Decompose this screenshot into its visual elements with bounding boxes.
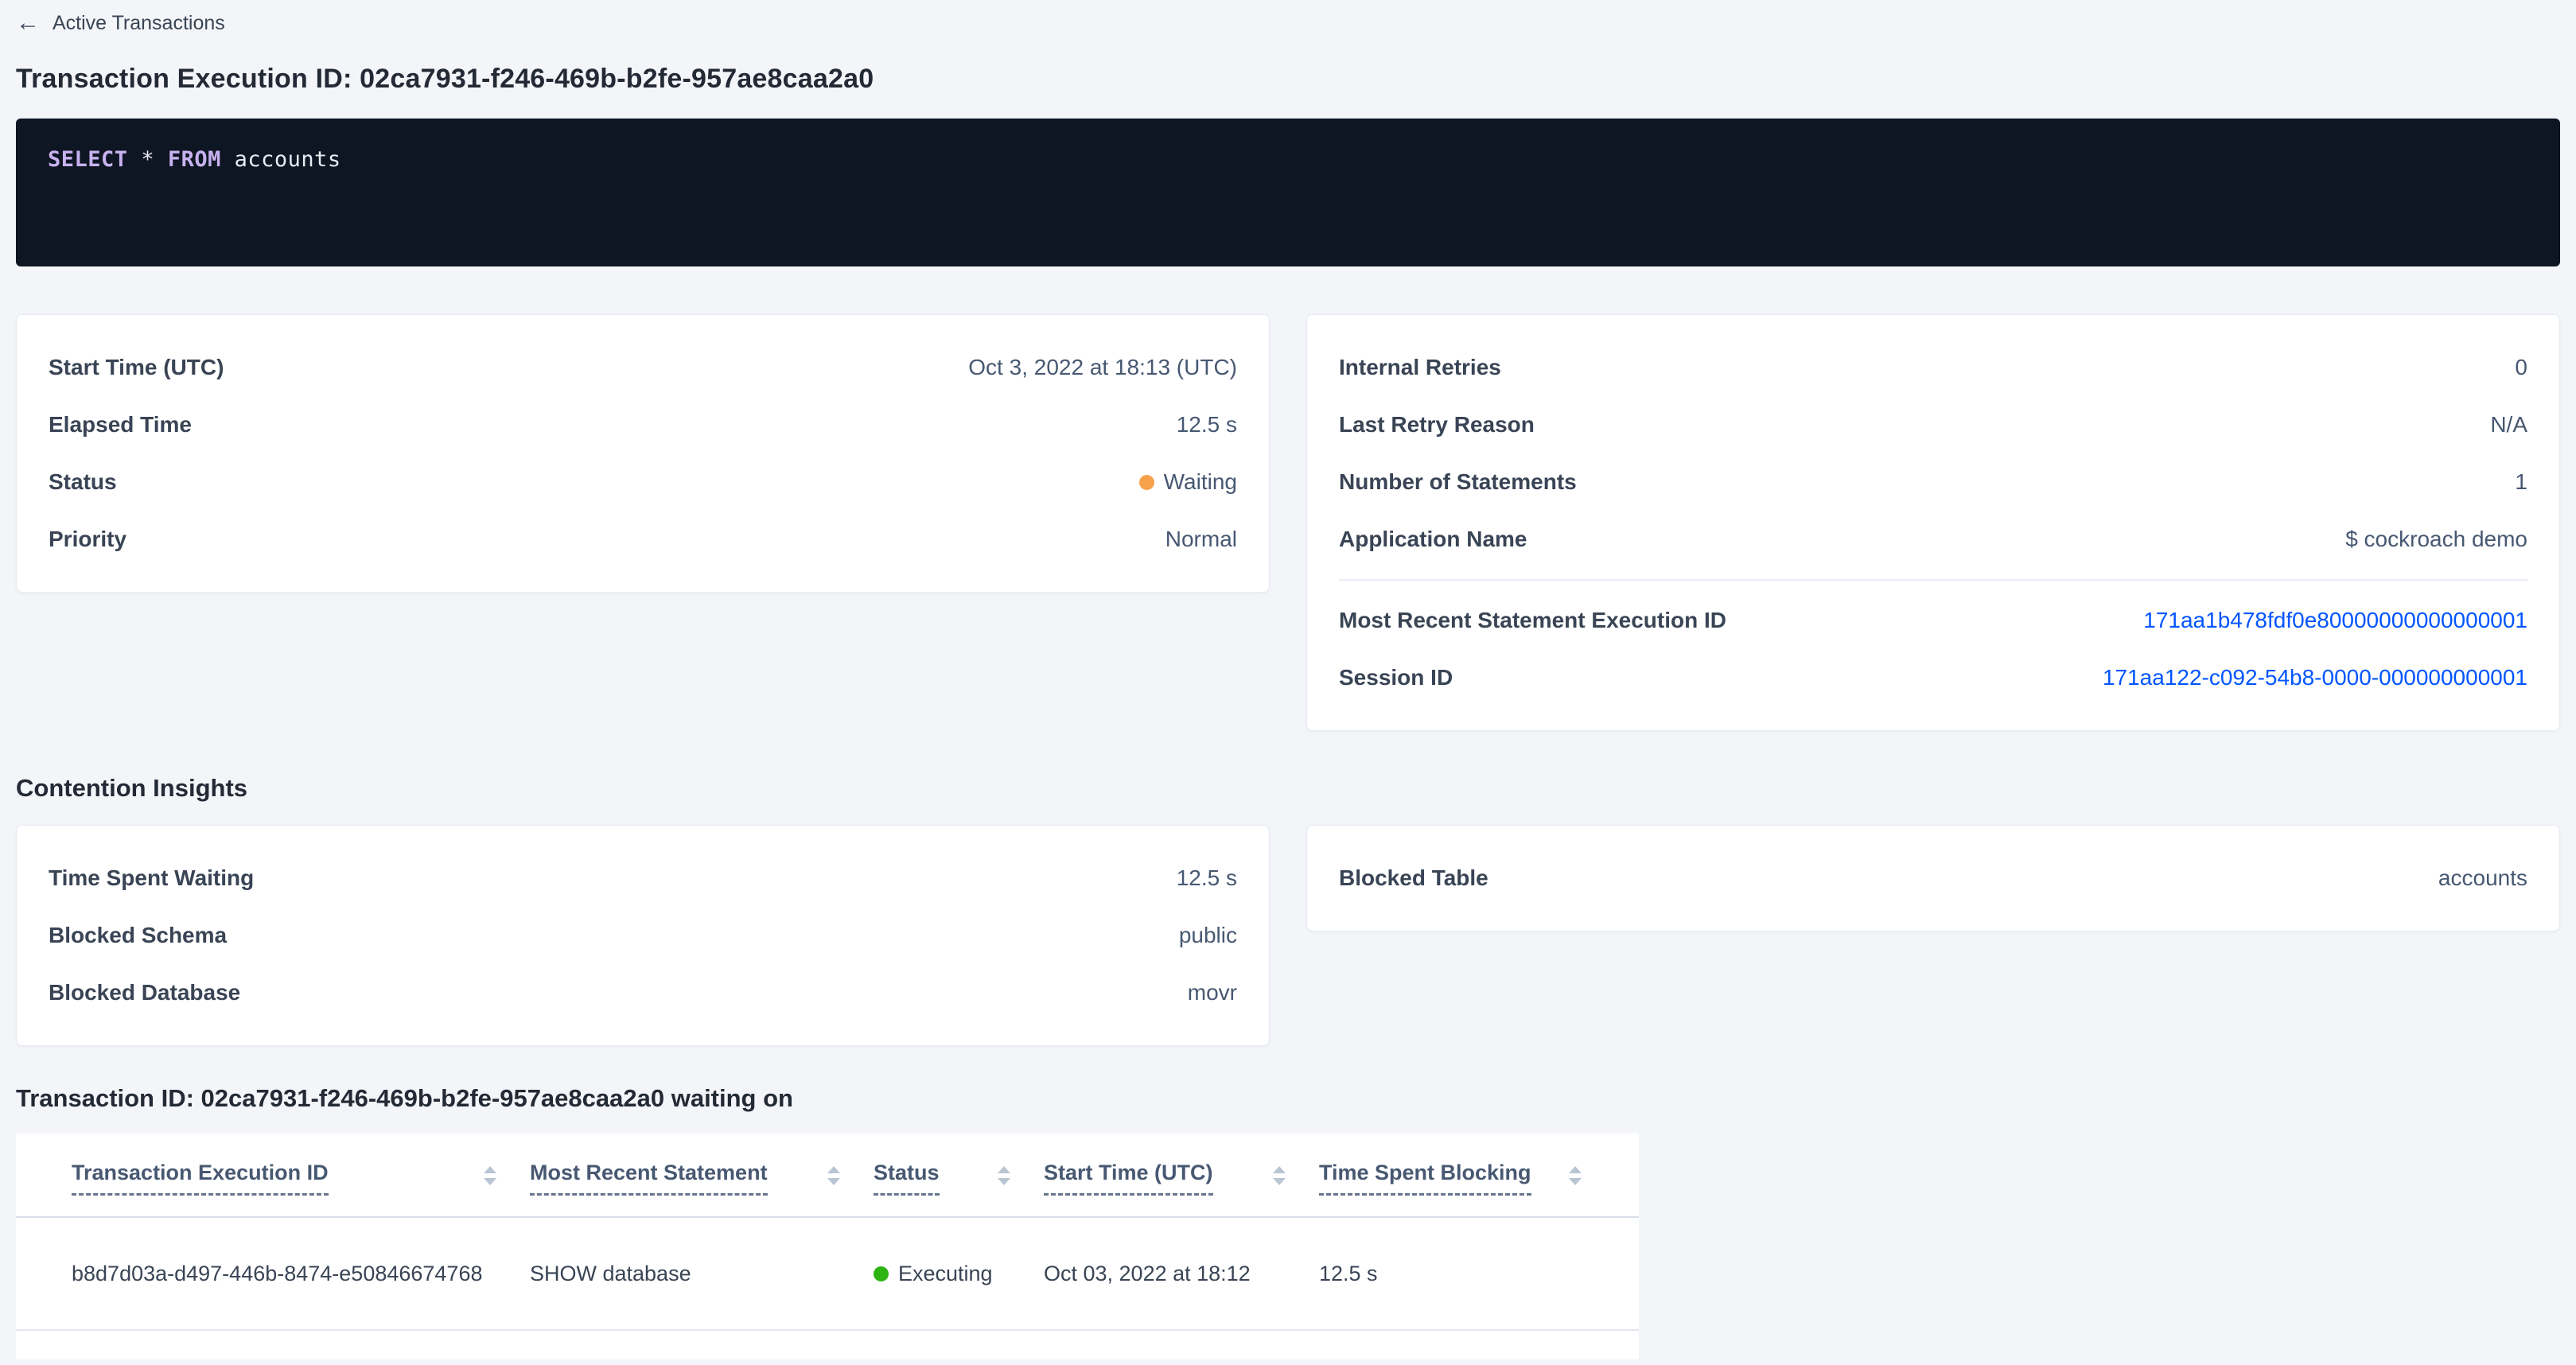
blocked-table-label: Blocked Table bbox=[1339, 865, 1488, 891]
page-title: Transaction Execution ID: 02ca7931-f246-… bbox=[16, 64, 2560, 95]
last-retry-reason-label: Last Retry Reason bbox=[1339, 412, 1535, 438]
cell-most-recent-statement: SHOW database bbox=[530, 1262, 874, 1286]
status-value-text: Waiting bbox=[1164, 469, 1237, 495]
blocked-schema-label: Blocked Schema bbox=[49, 923, 227, 948]
blocked-database-label: Blocked Database bbox=[49, 980, 240, 1005]
application-name-label: Application Name bbox=[1339, 527, 1527, 552]
internal-retries-row: Internal Retries 0 bbox=[1339, 339, 2527, 396]
status-row: Status Waiting bbox=[49, 453, 1237, 511]
priority-row: Priority Normal bbox=[49, 511, 1237, 568]
application-name-value: $ cockroach demo bbox=[2345, 527, 2527, 552]
number-of-statements-value: 1 bbox=[2515, 469, 2527, 495]
column-header-label: Status bbox=[874, 1161, 940, 1196]
statement-execution-id-row: Most Recent Statement Execution ID 171aa… bbox=[1339, 592, 2527, 649]
contention-insights-heading: Contention Insights bbox=[16, 774, 2560, 803]
session-id-link[interactable]: 171aa122-c092-54b8-0000-000000000001 bbox=[2103, 665, 2527, 690]
sql-table-name: accounts bbox=[235, 147, 341, 172]
contention-cards-row: Time Spent Waiting 12.5 s Blocked Schema… bbox=[16, 825, 2560, 1046]
blocked-schema-value: public bbox=[1179, 923, 1237, 948]
column-header-time-spent-blocking[interactable]: Time Spent Blocking bbox=[1319, 1161, 1615, 1216]
cell-status: Executing bbox=[874, 1262, 1044, 1286]
blocked-database-value: movr bbox=[1188, 980, 1237, 1005]
sql-keyword-select: SELECT bbox=[48, 147, 128, 172]
table-header-row: Transaction Execution ID Most Recent Sta… bbox=[16, 1134, 1639, 1218]
top-cards-row: Start Time (UTC) Oct 3, 2022 at 18:13 (U… bbox=[16, 314, 2560, 731]
waiting-status-dot-icon bbox=[1139, 475, 1154, 490]
column-header-label: Most Recent Statement bbox=[530, 1161, 768, 1196]
number-of-statements-label: Number of Statements bbox=[1339, 469, 1577, 495]
sql-keyword-from: FROM bbox=[168, 147, 221, 172]
statement-execution-id-link[interactable]: 171aa1b478fdf0e80000000000000001 bbox=[2143, 608, 2527, 633]
session-id-label: Session ID bbox=[1339, 665, 1453, 690]
details-card: Internal Retries 0 Last Retry Reason N/A… bbox=[1306, 314, 2560, 731]
sort-icon[interactable] bbox=[1567, 1164, 1583, 1188]
sql-star: * bbox=[141, 147, 154, 172]
blocked-schema-row: Blocked Schema public bbox=[49, 907, 1237, 964]
status-label: Status bbox=[49, 469, 117, 495]
elapsed-time-row: Elapsed Time 12.5 s bbox=[49, 396, 1237, 453]
table-row: b8d7d03a-d497-446b-8474-e50846674768 SHO… bbox=[16, 1218, 1639, 1331]
blocked-table-row: Blocked Table accounts bbox=[1339, 850, 2527, 907]
session-id-row: Session ID 171aa122-c092-54b8-0000-00000… bbox=[1339, 649, 2527, 706]
status-value: Waiting bbox=[1139, 469, 1237, 495]
back-arrow-icon: ← bbox=[16, 11, 40, 35]
waiting-on-heading: Transaction ID: 02ca7931-f246-469b-b2fe-… bbox=[16, 1084, 2560, 1113]
application-name-row: Application Name $ cockroach demo bbox=[1339, 511, 2527, 568]
active-transaction-details-page: ← Active Transactions Transaction Execut… bbox=[0, 0, 2576, 1359]
column-header-status[interactable]: Status bbox=[874, 1161, 1044, 1216]
blocked-database-row: Blocked Database movr bbox=[49, 964, 1237, 1021]
start-time-label: Start Time (UTC) bbox=[49, 355, 224, 380]
sql-space bbox=[128, 147, 142, 172]
priority-value: Normal bbox=[1165, 527, 1237, 552]
contention-left-card: Time Spent Waiting 12.5 s Blocked Schema… bbox=[16, 825, 1270, 1046]
cell-transaction-execution-id: b8d7d03a-d497-446b-8474-e50846674768 bbox=[72, 1262, 530, 1286]
waiting-on-table: Transaction Execution ID Most Recent Sta… bbox=[16, 1134, 1639, 1359]
back-label: Active Transactions bbox=[53, 12, 225, 35]
elapsed-time-value: 12.5 s bbox=[1177, 412, 1237, 438]
sql-box: SELECT * FROM accounts bbox=[16, 119, 2560, 266]
column-header-most-recent-statement[interactable]: Most Recent Statement bbox=[530, 1161, 874, 1216]
back-button[interactable]: ← Active Transactions bbox=[16, 11, 225, 35]
last-retry-reason-value: N/A bbox=[2490, 412, 2527, 438]
summary-card: Start Time (UTC) Oct 3, 2022 at 18:13 (U… bbox=[16, 314, 1270, 593]
start-time-row: Start Time (UTC) Oct 3, 2022 at 18:13 (U… bbox=[49, 339, 1237, 396]
start-time-value: Oct 3, 2022 at 18:13 (UTC) bbox=[968, 355, 1237, 380]
priority-label: Priority bbox=[49, 527, 126, 552]
statement-execution-id-label: Most Recent Statement Execution ID bbox=[1339, 608, 1726, 633]
cell-status-text: Executing bbox=[898, 1262, 993, 1286]
time-spent-waiting-row: Time Spent Waiting 12.5 s bbox=[49, 850, 1237, 907]
sort-icon[interactable] bbox=[1271, 1164, 1287, 1188]
sort-icon[interactable] bbox=[826, 1164, 842, 1188]
internal-retries-value: 0 bbox=[2515, 355, 2527, 380]
column-header-label: Time Spent Blocking bbox=[1319, 1161, 1531, 1196]
internal-retries-label: Internal Retries bbox=[1339, 355, 1501, 380]
blocked-table-value: accounts bbox=[2438, 865, 2527, 891]
card-divider bbox=[1339, 579, 2527, 581]
last-retry-reason-row: Last Retry Reason N/A bbox=[1339, 396, 2527, 453]
number-of-statements-row: Number of Statements 1 bbox=[1339, 453, 2527, 511]
time-spent-waiting-label: Time Spent Waiting bbox=[49, 865, 254, 891]
sort-icon[interactable] bbox=[482, 1164, 498, 1188]
cell-time-spent-blocking: 12.5 s bbox=[1319, 1262, 1615, 1286]
time-spent-waiting-value: 12.5 s bbox=[1177, 865, 1237, 891]
sort-icon[interactable] bbox=[996, 1164, 1012, 1188]
column-header-start-time[interactable]: Start Time (UTC) bbox=[1044, 1161, 1319, 1216]
executing-status-dot-icon bbox=[874, 1266, 889, 1281]
column-header-label: Transaction Execution ID bbox=[72, 1161, 329, 1196]
sql-statement: SELECT * FROM accounts bbox=[48, 147, 341, 172]
contention-right-card: Blocked Table accounts bbox=[1306, 825, 2560, 931]
column-header-transaction-execution-id[interactable]: Transaction Execution ID bbox=[72, 1161, 530, 1216]
elapsed-time-label: Elapsed Time bbox=[49, 412, 192, 438]
column-header-label: Start Time (UTC) bbox=[1044, 1161, 1213, 1196]
cell-start-time: Oct 03, 2022 at 18:12 bbox=[1044, 1262, 1319, 1286]
